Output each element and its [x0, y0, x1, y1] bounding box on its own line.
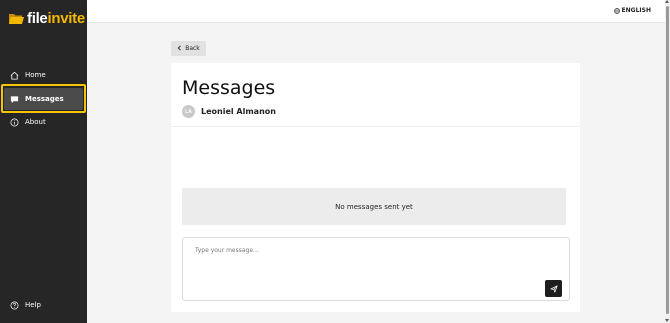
scroll-thumb[interactable]: [666, 6, 669, 314]
sidebar-item-label: Help: [25, 301, 41, 309]
send-button[interactable]: [545, 280, 562, 297]
language-label: ENGLISH: [621, 7, 651, 14]
app-logo[interactable]: fileinvite: [8, 9, 85, 27]
logo-text: fileinvite: [27, 9, 85, 27]
send-icon: [549, 280, 558, 298]
scroll-up-arrow-icon[interactable]: [665, 0, 669, 3]
help-icon: [10, 301, 19, 310]
recipient-name: Leoniel Almanon: [201, 107, 276, 116]
page-title: Messages: [182, 77, 276, 99]
language-selector[interactable]: ENGLISH: [613, 7, 651, 14]
back-label: Back: [185, 45, 200, 52]
avatar: LA: [182, 105, 195, 118]
sidebar-item-label: Messages: [25, 95, 64, 103]
scrollbar[interactable]: [665, 0, 670, 323]
top-bar: ENGLISH: [87, 0, 665, 23]
sidebar-item-home[interactable]: Home: [4, 64, 83, 86]
sidebar-item-label: About: [25, 118, 46, 126]
sidebar: fileinvite Home Messages About Help: [0, 0, 87, 323]
message-input[interactable]: [195, 247, 535, 287]
empty-messages-notice: No messages sent yet: [182, 188, 566, 225]
sidebar-item-about[interactable]: About: [4, 111, 83, 133]
home-icon: [10, 71, 19, 80]
info-icon: [10, 118, 19, 127]
recipient-info: LA Leoniel Almanon: [182, 105, 276, 118]
globe-icon: [613, 7, 620, 14]
sidebar-item-messages[interactable]: Messages: [4, 88, 83, 110]
sidebar-item-label: Home: [25, 71, 46, 79]
folder-logo-icon: [8, 11, 25, 26]
divider: [171, 126, 580, 127]
message-composer: [182, 237, 570, 301]
messages-card: Messages LA Leoniel Almanon No messages …: [171, 63, 580, 312]
message-icon: [10, 95, 19, 104]
back-button[interactable]: Back: [171, 41, 206, 56]
sidebar-item-help[interactable]: Help: [4, 294, 83, 316]
chevron-left-icon: [177, 44, 182, 53]
scroll-down-arrow-icon[interactable]: [665, 319, 669, 322]
